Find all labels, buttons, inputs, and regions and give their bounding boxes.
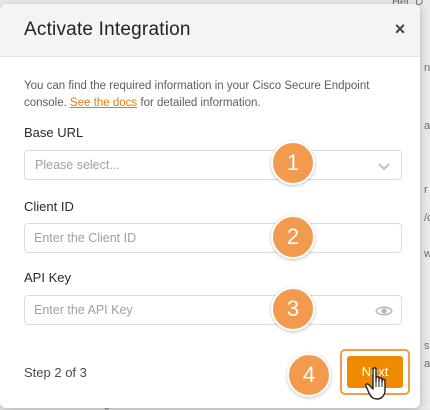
api-key-field[interactable] bbox=[24, 295, 402, 325]
eye-icon[interactable] bbox=[375, 304, 393, 318]
base-url-select[interactable]: Please select... bbox=[24, 150, 402, 180]
chevron-down-icon bbox=[378, 163, 390, 171]
step-indicator: Step 2 of 3 bbox=[24, 365, 87, 380]
background-text: w bbox=[424, 248, 430, 260]
close-icon[interactable]: × bbox=[389, 18, 411, 40]
background-text: a bbox=[424, 358, 430, 370]
background-text: s bbox=[424, 340, 430, 352]
client-id-field[interactable] bbox=[24, 223, 402, 253]
activate-integration-dialog: Activate Integration × You can find the … bbox=[0, 4, 420, 408]
see-the-docs-link[interactable]: See the docs bbox=[70, 97, 137, 109]
base-url-placeholder: Please select... bbox=[35, 158, 120, 172]
step-badge-1: 1 bbox=[271, 141, 315, 185]
background-text: n bbox=[424, 62, 430, 74]
background-text: a bbox=[424, 120, 430, 132]
background-text: /c bbox=[424, 212, 430, 224]
hand-pointer-icon bbox=[365, 367, 386, 400]
step-badge-2: 2 bbox=[271, 215, 315, 259]
intro-suffix: for detailed information. bbox=[140, 97, 261, 109]
step-badge-4: 4 bbox=[287, 353, 331, 397]
dialog-title: Activate Integration bbox=[24, 19, 191, 40]
client-id-label: Client ID bbox=[24, 199, 74, 214]
base-url-label: Base URL bbox=[24, 125, 84, 140]
step-badge-3: 3 bbox=[271, 287, 315, 331]
background-text: r bbox=[424, 184, 428, 196]
dialog-header: Activate Integration × bbox=[0, 4, 420, 57]
api-key-label: API Key bbox=[24, 270, 71, 285]
intro-text: You can find the required information in… bbox=[24, 78, 404, 112]
